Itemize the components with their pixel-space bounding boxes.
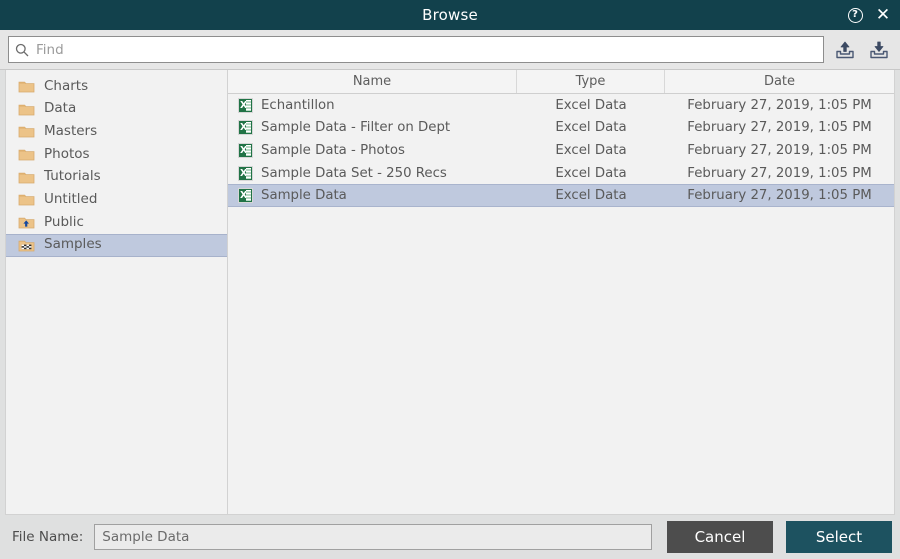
folder-samples-icon [18,238,35,253]
file-name-text: Echantillon [261,97,335,113]
sidebar-item-charts[interactable]: Charts [6,75,227,98]
dialog-footer: File Name: Cancel Select [0,515,900,559]
folder-icon [18,192,35,207]
file-type-cell: Excel Data [555,165,627,181]
window-title: Browse [422,6,478,24]
sidebar-item-samples[interactable]: Samples [6,233,227,257]
table-row[interactable]: X Sample Data - Photos Excel Data Februa… [228,139,894,162]
file-list-rows: X Echantillon Excel Data February 27, 20… [228,94,894,514]
file-type-cell: Excel Data [555,120,627,136]
title-bar-actions: ? ✕ [846,0,892,30]
table-row[interactable]: X Sample Data - Filter on Dept Excel Dat… [228,117,894,140]
file-name-cell: X Sample Data [228,188,517,204]
sidebar-item-label: Untitled [44,191,98,208]
sidebar-item-public[interactable]: Public [6,211,227,234]
column-header-date[interactable]: Date [665,70,894,93]
file-name-text: Sample Data Set - 250 Recs [261,165,447,181]
download-icon[interactable] [866,36,892,64]
select-button[interactable]: Select [786,521,892,553]
table-row[interactable]: X Sample Data Set - 250 Recs Excel Data … [228,162,894,185]
file-name-cell: X Sample Data - Filter on Dept [228,120,517,136]
cancel-button[interactable]: Cancel [667,521,773,553]
sidebar-item-tutorials[interactable]: Tutorials [6,166,227,189]
folder-icon [18,124,35,139]
search-input[interactable] [36,41,817,58]
excel-file-icon: X [238,142,253,158]
folder-icon [18,170,35,185]
file-name-text: Sample Data - Filter on Dept [261,120,451,136]
file-name-cell: X Sample Data Set - 250 Recs [228,165,517,181]
column-header-type[interactable]: Type [517,70,665,93]
sidebar-item-label: Photos [44,145,90,162]
excel-file-icon: X [238,165,253,181]
file-name-label: File Name: [12,529,84,545]
file-name-input[interactable] [94,524,652,550]
sidebar-item-label: Data [44,100,77,117]
title-bar: Browse ? ✕ [0,0,900,30]
excel-file-icon: X [238,188,253,204]
sidebar-item-photos[interactable]: Photos [6,143,227,166]
file-name-cell: X Sample Data - Photos [228,142,517,158]
file-type-cell: Excel Data [555,142,627,158]
file-name-text: Sample Data - Photos [261,142,405,158]
excel-file-icon: X [238,120,253,136]
file-date-cell: February 27, 2019, 1:05 PM [687,120,872,136]
search-icon [15,43,29,57]
folder-icon [18,147,35,162]
sidebar-item-label: Charts [44,77,89,94]
folder-icon [18,102,35,117]
dialog-body: Charts Data Masters Photos Tutorials Unt… [0,70,900,515]
sidebar-item-label: Masters [44,122,98,139]
search-toolbar [0,30,900,70]
file-date-cell: February 27, 2019, 1:05 PM [687,142,872,158]
file-date-cell: February 27, 2019, 1:05 PM [687,165,872,181]
file-type-cell: Excel Data [555,188,627,204]
search-field[interactable] [8,36,824,63]
file-date-cell: February 27, 2019, 1:05 PM [687,97,872,113]
file-list-header: Name Type Date [228,70,894,94]
help-circle-icon[interactable]: ? [846,6,864,24]
file-list-panel: Name Type Date X Echantillon Excel Data … [228,70,895,515]
table-row[interactable]: X Echantillon Excel Data February 27, 20… [228,94,894,117]
sidebar-item-label: Samples [44,236,102,253]
file-type-cell: Excel Data [555,97,627,113]
sidebar-item-label: Public [44,213,84,230]
file-date-cell: February 27, 2019, 1:05 PM [687,188,872,204]
excel-file-icon: X [238,97,253,113]
file-name-text: Sample Data [261,188,347,204]
sidebar-item-untitled[interactable]: Untitled [6,188,227,211]
column-header-name[interactable]: Name [228,70,517,93]
close-icon[interactable]: ✕ [874,6,892,24]
folder-shared-icon [18,215,35,230]
folder-sidebar: Charts Data Masters Photos Tutorials Unt… [5,70,228,515]
table-row[interactable]: X Sample Data Excel Data February 27, 20… [228,184,894,207]
sidebar-item-data[interactable]: Data [6,98,227,121]
upload-icon[interactable] [832,36,858,64]
file-name-cell: X Echantillon [228,97,517,113]
browse-dialog: Browse ? ✕ Find Charts Data Masters Phot… [0,0,900,559]
sidebar-item-label: Tutorials [44,168,101,185]
sidebar-item-masters[interactable]: Masters [6,120,227,143]
folder-icon [18,79,35,94]
